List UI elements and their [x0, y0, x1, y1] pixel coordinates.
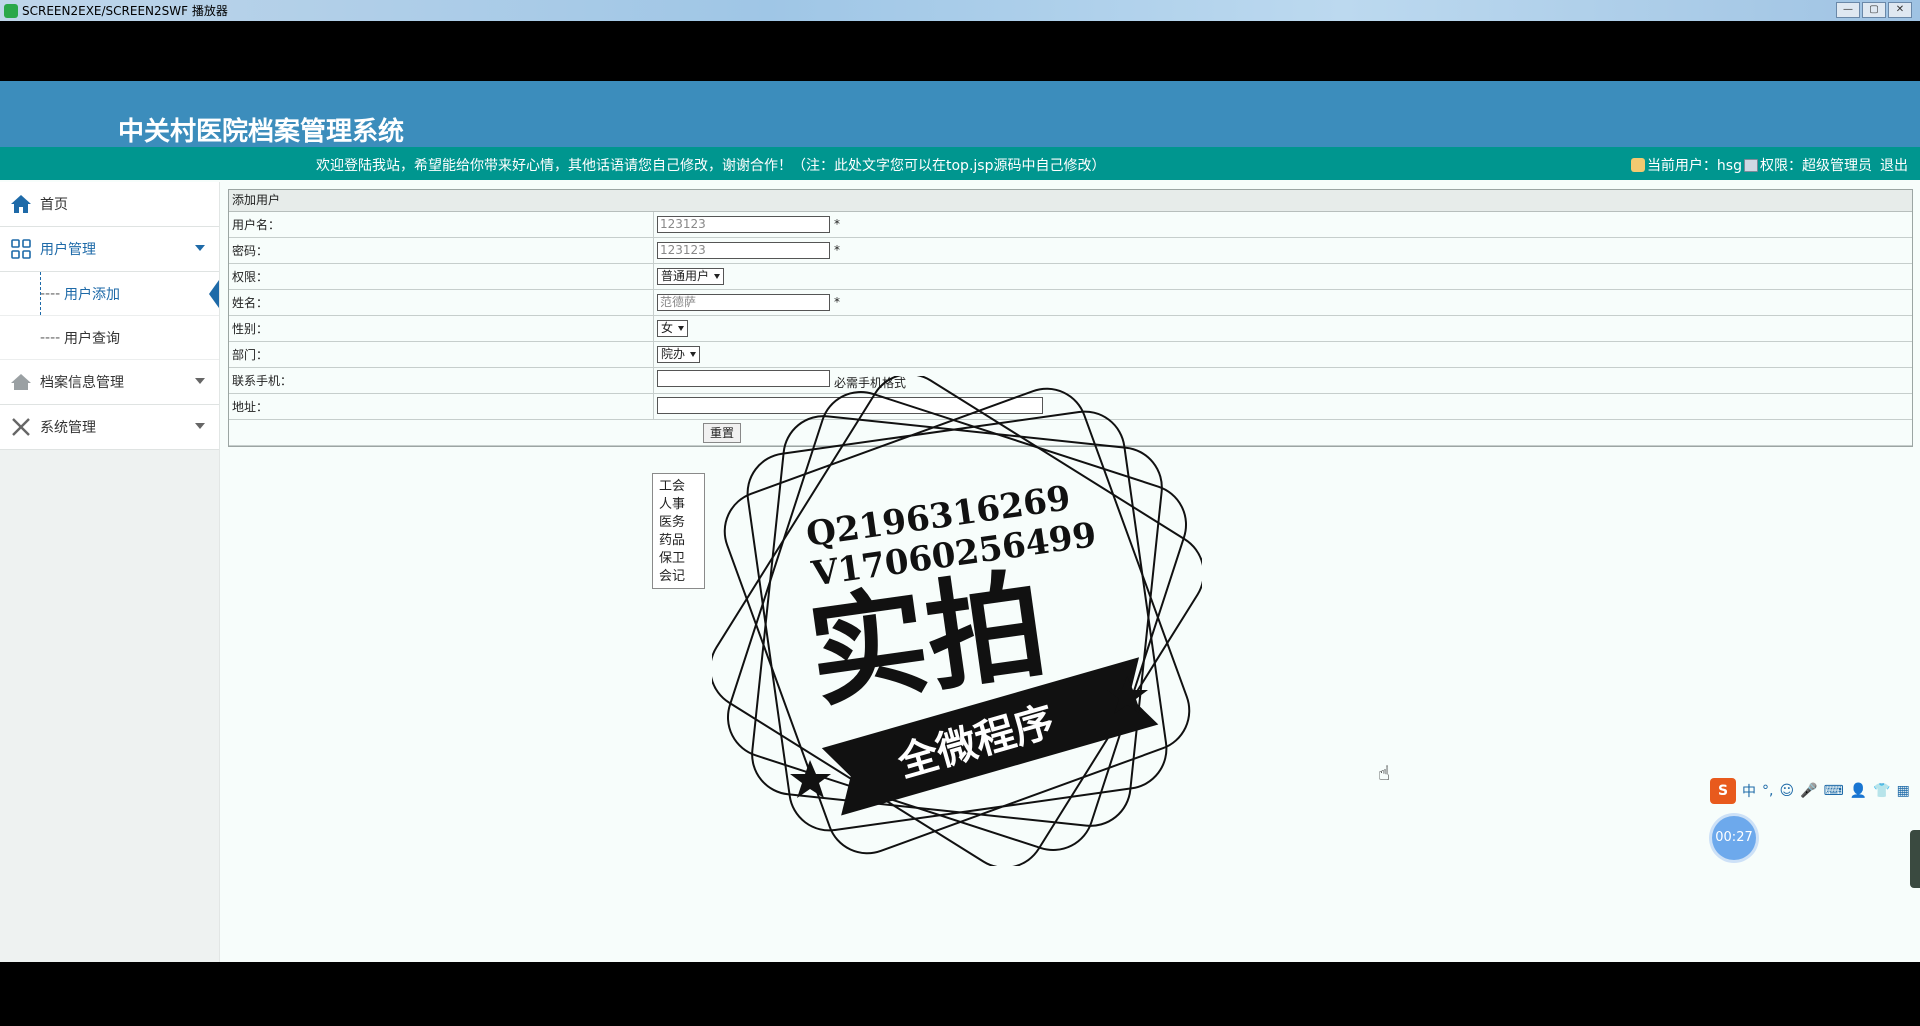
dropdown-arrow-icon [714, 274, 721, 279]
sidebar-item-system-management[interactable]: 系统管理 [0, 405, 219, 450]
star-icon [790, 760, 831, 798]
tree-dash: ---- [40, 285, 61, 302]
sidebar-item-label: 用户管理 [40, 242, 96, 258]
field-cell: 普通用户 [653, 263, 1912, 290]
field-label: 权限： [229, 263, 654, 290]
field-label: 地址： [229, 393, 654, 420]
field-cell: 女 [653, 315, 1912, 342]
sidebar-item-label: 档案信息管理 [40, 375, 124, 391]
ime-mode[interactable]: 中 [1742, 781, 1756, 801]
user-icon [1630, 158, 1645, 172]
window-title: SCREEN2EXE/SCREEN2SWF 播放器 [22, 4, 228, 18]
app-area: 中关村医院档案管理系统 欢迎登陆我站，希望能给你带来好心情，其他话语请您自己修改… [0, 81, 1920, 962]
permission-text: 权限：超级管理员 [1760, 158, 1872, 174]
sidebar-item-home[interactable]: 首页 [0, 182, 219, 227]
panel-title: 添加用户 [229, 190, 1912, 212]
required-mark: * [834, 217, 840, 231]
field-label: 联系手机： [229, 367, 654, 394]
dropdown-arrow-icon [678, 326, 685, 331]
welcome-message: 欢迎登陆我站，希望能给你带来好心情，其他话语请您自己修改，谢谢合作！（注：此处文… [316, 158, 1106, 174]
field-cell: 范德萨 * [653, 289, 1912, 316]
notice-bar: 欢迎登陆我站，希望能给你带来好心情，其他话语请您自己修改，谢谢合作！（注：此处文… [0, 147, 1920, 180]
sidebar-item-label: 用户查询 [64, 330, 120, 347]
form-row-permission: 权限： 普通用户 [229, 263, 1912, 290]
select-value: 院办 [661, 347, 686, 361]
sidebar-item-user-add[interactable]: ---- 用户添加 [0, 272, 219, 316]
field-cell: 123123 * [653, 212, 1912, 238]
password-input[interactable]: 123123 [657, 242, 830, 259]
current-user: 当前用户：hsg [1646, 158, 1742, 174]
department-option[interactable]: 会记 [653, 568, 704, 586]
ime-toolbar: S 中 °, ☺ 🎤 ⌨ 👤 👕 ▦ [1710, 776, 1920, 806]
user-icon[interactable]: 👤 [1850, 783, 1867, 799]
form-row-department: 部门： 院办 [229, 341, 1912, 368]
select-value: 女 [661, 321, 674, 335]
field-label: 部门： [229, 341, 654, 368]
home-icon [10, 193, 32, 215]
microphone-icon[interactable]: 🎤 [1800, 783, 1817, 799]
department-select[interactable]: 院办 [657, 346, 701, 363]
required-mark: * [834, 295, 840, 309]
department-option[interactable]: 保卫 [653, 550, 704, 568]
form-row-password: 密码： 123123 * [229, 237, 1912, 264]
grid-icon [10, 238, 32, 260]
emoji-icon[interactable]: ☺ [1779, 783, 1794, 799]
site-header: 中关村医院档案管理系统 [0, 81, 1920, 147]
gender-select[interactable]: 女 [657, 320, 689, 337]
form-row-username: 用户名： 123123 * [229, 212, 1912, 238]
select-value: 普通用户 [661, 269, 710, 283]
field-label: 性别： [229, 315, 654, 342]
name-input[interactable]: 范德萨 [657, 294, 830, 311]
sidebar-item-label: 系统管理 [40, 420, 96, 436]
username-input[interactable]: 123123 [657, 216, 830, 233]
sidebar-item-user-management[interactable]: 用户管理 [0, 227, 219, 272]
department-option[interactable]: 人事 [653, 496, 704, 514]
sogou-logo-icon[interactable]: S [1710, 778, 1736, 804]
recording-timer[interactable]: 00:27 [1712, 816, 1756, 860]
sidebar: 首页 用户管理 ---- 用户添加 ---- 用户查询 档案信息管理 系统管理 [0, 182, 220, 962]
ime-punctuation[interactable]: °, [1762, 783, 1773, 799]
hand-cursor-icon: ☝ [1378, 761, 1391, 785]
department-option[interactable]: 药品 [653, 532, 704, 550]
window-title-bar: SCREEN2EXE/SCREEN2SWF 播放器 — ▢ ✕ [0, 0, 1920, 21]
logout-link[interactable]: 退出 [1880, 155, 1908, 175]
form-row-name: 姓名： 范德萨 * [229, 289, 1912, 316]
tree-dash: ---- [40, 329, 61, 346]
house-outline-icon [10, 371, 32, 393]
sidebar-item-label: 首页 [40, 197, 68, 213]
side-handle[interactable] [1910, 830, 1920, 888]
field-label: 密码： [229, 237, 654, 264]
sidebar-item-label: 用户添加 [64, 286, 120, 303]
minimize-button[interactable]: — [1836, 2, 1860, 18]
window-controls: — ▢ ✕ [1836, 2, 1912, 18]
department-options-list: 工会 人事 医务 药品 保卫 会记 [652, 473, 705, 589]
sidebar-item-user-query[interactable]: ---- 用户查询 [0, 316, 219, 360]
field-label: 用户名： [229, 212, 654, 238]
close-button[interactable]: ✕ [1888, 2, 1912, 18]
chevron-down-icon [195, 378, 205, 384]
grid-menu-icon[interactable]: ▦ [1897, 783, 1910, 799]
chevron-down-icon [195, 423, 205, 429]
permission-icon [1744, 158, 1758, 172]
site-title: 中关村医院档案管理系统 [118, 117, 405, 147]
watermark-stamp: Q2196316269 V17060256499 实拍 全微程序 [712, 376, 1202, 866]
chevron-down-icon [195, 245, 205, 251]
keyboard-icon[interactable]: ⌨ [1824, 783, 1844, 799]
field-cell: 123123 * [653, 237, 1912, 264]
dropdown-arrow-icon [690, 352, 697, 357]
department-option[interactable]: 工会 [653, 478, 704, 496]
required-mark: * [834, 243, 840, 257]
sidebar-item-archive-management[interactable]: 档案信息管理 [0, 360, 219, 405]
user-info: 当前用户：hsg 权限：超级管理员 退出 [1630, 155, 1908, 175]
department-option[interactable]: 医务 [653, 514, 704, 532]
tools-icon [10, 416, 32, 438]
skin-icon[interactable]: 👕 [1873, 783, 1890, 799]
permission-select[interactable]: 普通用户 [657, 268, 725, 285]
field-cell: 院办 [653, 341, 1912, 368]
field-label: 姓名： [229, 289, 654, 316]
maximize-button[interactable]: ▢ [1862, 2, 1886, 18]
app-icon [4, 3, 18, 18]
form-row-gender: 性别： 女 [229, 315, 1912, 342]
